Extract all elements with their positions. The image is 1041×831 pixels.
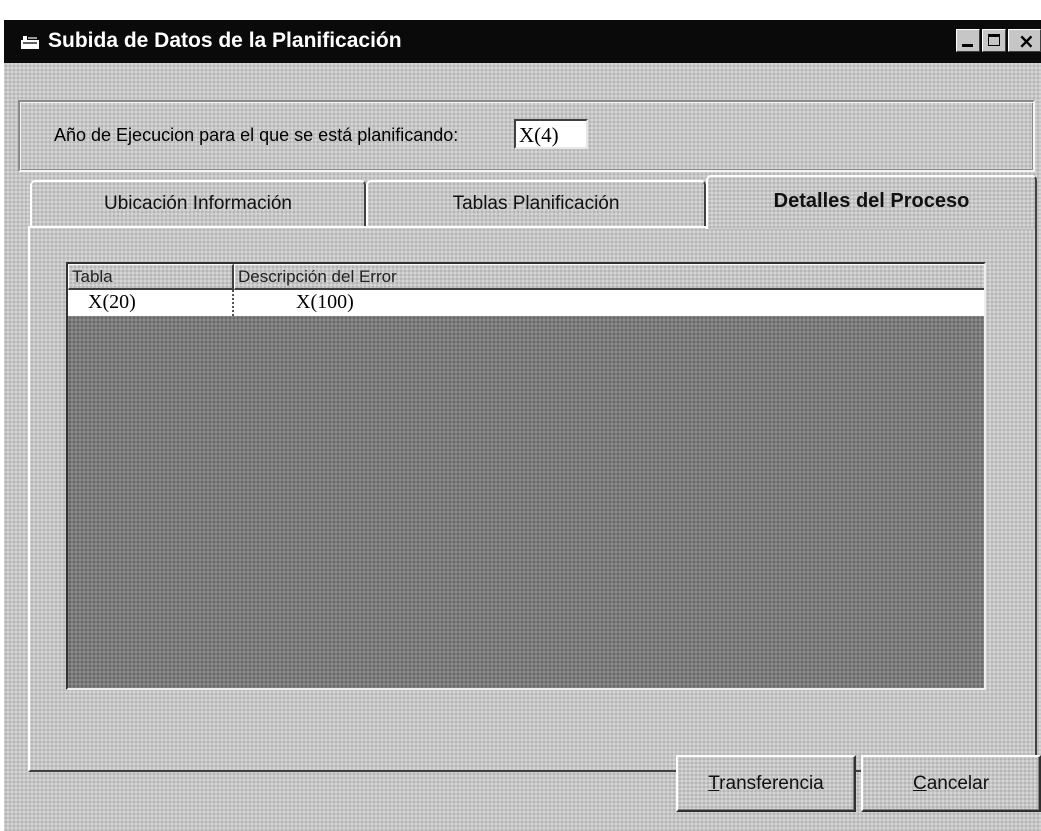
column-header-tabla[interactable]: Tabla bbox=[68, 264, 234, 290]
column-header-descripcion[interactable]: Descripción del Error bbox=[234, 264, 984, 290]
window-title: Subida de Datos de la Planificación bbox=[48, 29, 402, 52]
transferencia-label: ransferencia bbox=[719, 773, 824, 794]
year-input[interactable] bbox=[514, 119, 588, 149]
planning-upload-window: Subida de Datos de la Planificación × Añ… bbox=[4, 20, 1041, 831]
cancelar-mnemonic: C bbox=[912, 773, 927, 794]
table-cell-descripcion[interactable]: X(100) bbox=[234, 290, 984, 316]
year-frame: Año de Ejecucion para el que se está pla… bbox=[18, 100, 1035, 172]
close-icon: × bbox=[1018, 29, 1035, 53]
transferencia-mnemonic: T bbox=[708, 773, 720, 794]
window-client-area: Año de Ejecucion para el que se está pla… bbox=[4, 63, 1041, 831]
table-cell-tabla[interactable]: X(20) bbox=[68, 290, 234, 316]
tab-panel-detalles: Tabla Descripción del Error X(20) X(100) bbox=[28, 226, 1037, 772]
minimize-button[interactable] bbox=[956, 29, 980, 52]
tab-tablas-planificacion[interactable]: Tablas Planificación bbox=[366, 180, 706, 226]
tab-ubicacion-informacion[interactable]: Ubicación Información bbox=[30, 180, 366, 226]
year-label: Año de Ejecucion para el que se está pla… bbox=[54, 125, 459, 145]
title-bar[interactable]: Subida de Datos de la Planificación × bbox=[4, 20, 1041, 63]
table-row[interactable]: X(20) X(100) bbox=[68, 290, 984, 316]
cancelar-label: ancelar bbox=[926, 773, 990, 794]
transferencia-button[interactable]: Transferencia bbox=[676, 755, 856, 812]
close-button[interactable]: × bbox=[1008, 29, 1041, 53]
app-icon bbox=[21, 36, 39, 49]
maximize-button[interactable] bbox=[982, 29, 1006, 52]
cancelar-button[interactable]: Cancelar bbox=[861, 755, 1041, 812]
tab-detalles-del-proceso[interactable]: Detalles del Proceso bbox=[706, 175, 1037, 229]
error-grid[interactable]: Tabla Descripción del Error X(20) X(100) bbox=[66, 262, 986, 690]
